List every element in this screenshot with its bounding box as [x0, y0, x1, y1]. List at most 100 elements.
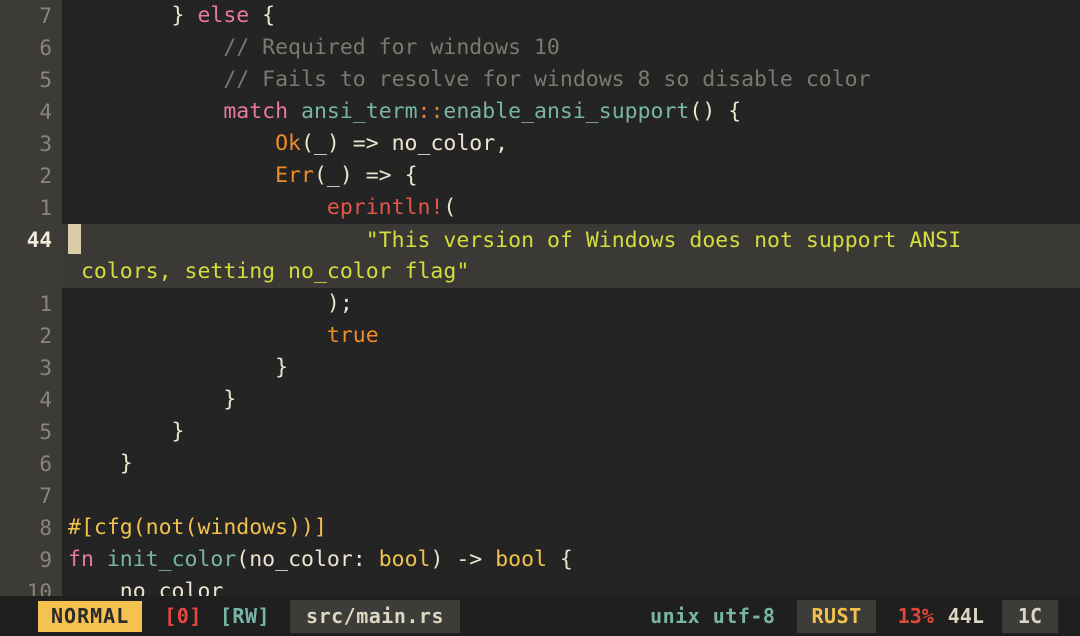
code-line[interactable]: 5 } — [0, 416, 1080, 448]
vim-editor-window: 7 } else {6 // Required for windows 10 5 … — [0, 0, 1080, 636]
line-number: 5 — [39, 420, 52, 444]
code-line-text[interactable]: } — [62, 448, 1080, 480]
code-token: Ok — [275, 131, 301, 156]
code-line-text[interactable]: fn init_color(no_color: bool) -> bool { — [62, 544, 1080, 576]
code-line-text[interactable]: } — [62, 416, 1080, 448]
code-line[interactable]: 44 "This version of Windows does not sup… — [0, 224, 1080, 257]
code-token: (no_color: — [236, 547, 379, 572]
code-token: true — [326, 323, 379, 348]
code-line-text[interactable]: #[cfg(not(windows))] — [62, 512, 1080, 544]
code-line[interactable]: 3 Ok(_) => no_color, — [0, 128, 1080, 160]
line-number: 7 — [39, 4, 52, 28]
status-right-group: unix utf-8 RUST 13% 44L 1C — [650, 599, 1080, 633]
code-token: eprintln! — [326, 195, 444, 220]
status-search-count: [0] — [164, 604, 202, 628]
code-token: bool — [378, 547, 431, 572]
code-line[interactable]: 7 — [0, 480, 1080, 512]
code-token: ); — [68, 291, 353, 316]
status-file-path[interactable]: src/main.rs — [290, 599, 460, 633]
status-column-number: 1C — [1001, 599, 1058, 633]
code-line[interactable]: 2 Err(_) => { — [0, 160, 1080, 192]
line-number: 2 — [39, 164, 52, 188]
code-token: { — [546, 547, 573, 572]
line-number: 5 — [39, 68, 52, 92]
code-line-text[interactable]: ); — [62, 288, 1080, 320]
code-token: match — [223, 99, 289, 124]
code-line[interactable]: 4 match ansi_term::enable_ansi_support()… — [0, 96, 1080, 128]
status-encoding: unix utf-8 — [650, 604, 776, 628]
line-number: 7 — [39, 484, 52, 508]
code-token: } — [68, 387, 237, 412]
line-number: 44 — [26, 228, 52, 252]
line-number: 10 — [26, 580, 52, 596]
status-total-lines: 44L — [947, 604, 984, 628]
code-token: enable_ansi_support — [443, 99, 690, 124]
code-line[interactable]: 1 ); — [0, 288, 1080, 320]
line-number: 1 — [39, 196, 52, 220]
line-number: 2 — [39, 324, 52, 348]
status-mode-badge[interactable]: NORMAL — [38, 600, 143, 632]
code-token: ( — [443, 195, 457, 220]
code-token: :: — [417, 99, 444, 124]
code-token: => — [365, 163, 392, 188]
status-scroll-percent: 13% — [897, 604, 934, 628]
code-line[interactable]: 6 // Required for windows 10 — [0, 32, 1080, 64]
code-line[interactable]: colors, setting no_color flag" — [0, 256, 1080, 288]
code-line[interactable]: 1 eprintln!( — [0, 192, 1080, 224]
code-token: else — [197, 3, 250, 28]
code-line[interactable]: 8 #[cfg(not(windows))] — [0, 512, 1080, 544]
code-token: } — [68, 355, 289, 380]
code-token: ansi_term — [301, 99, 418, 124]
line-number: 3 — [39, 132, 52, 156]
code-token: } — [68, 3, 198, 28]
code-line-text[interactable]: Err(_) => { — [62, 160, 1080, 192]
code-token: // Required for windows 10 — [68, 35, 560, 60]
code-token: fn — [68, 547, 94, 572]
code-line[interactable]: 4 } — [0, 384, 1080, 416]
code-line[interactable]: 2 true — [0, 320, 1080, 352]
status-language-badge[interactable]: RUST — [797, 599, 876, 633]
code-line[interactable]: 9 fn init_color(no_color: bool) -> bool { — [0, 544, 1080, 576]
code-line-text[interactable]: "This version of Windows does not suppor… — [62, 224, 1080, 257]
code-line-text[interactable]: } — [62, 352, 1080, 384]
code-token: colors, setting no_color flag" — [68, 259, 470, 284]
code-editor-area[interactable]: 7 } else {6 // Required for windows 10 5 … — [0, 0, 1080, 596]
code-token: (_) — [313, 163, 366, 188]
code-line[interactable]: 5 // Fails to resolve for windows 8 so d… — [0, 64, 1080, 96]
code-token: { — [391, 163, 418, 188]
code-token: (_) — [301, 131, 353, 156]
code-line[interactable]: 6 } — [0, 448, 1080, 480]
code-line-text[interactable]: true — [62, 320, 1080, 352]
code-line-text[interactable]: eprintln!( — [62, 192, 1080, 224]
code-line-text[interactable]: } — [62, 384, 1080, 416]
code-line-text[interactable]: // Required for windows 10 — [62, 32, 1080, 64]
code-token: ) — [430, 547, 457, 572]
code-line-text[interactable]: } else { — [62, 0, 1080, 32]
code-line[interactable]: 7 } else { — [0, 0, 1080, 32]
line-number: 3 — [39, 356, 52, 380]
text-cursor — [68, 224, 81, 254]
code-token: { — [249, 3, 276, 28]
code-line-text[interactable]: Ok(_) => no_color, — [62, 128, 1080, 160]
code-token: // Fails to resolve for windows 8 so dis… — [68, 67, 871, 92]
line-number: 4 — [39, 100, 52, 124]
code-lines: 7 } else {6 // Required for windows 10 5 … — [0, 0, 1080, 596]
code-token: init_color — [106, 547, 237, 572]
code-line-text[interactable]: // Fails to resolve for windows 8 so dis… — [62, 64, 1080, 96]
code-line-text[interactable]: match ansi_term::enable_ansi_support() { — [62, 96, 1080, 128]
code-token: bool — [495, 547, 547, 572]
code-token: "This version of Windows does not suppor… — [81, 228, 962, 253]
code-line[interactable]: 3 } — [0, 352, 1080, 384]
status-line: NORMAL [0] [RW] src/main.rs unix utf-8 R… — [0, 596, 1080, 636]
code-line-text[interactable]: colors, setting no_color flag" — [62, 256, 1080, 288]
code-token: () { — [689, 99, 742, 124]
code-token: #[cfg(not(windows))] — [68, 515, 327, 540]
code-line-text[interactable]: no_color — [62, 576, 1080, 596]
code-token: -> — [456, 547, 483, 572]
code-line[interactable]: 10 no_color — [0, 576, 1080, 596]
